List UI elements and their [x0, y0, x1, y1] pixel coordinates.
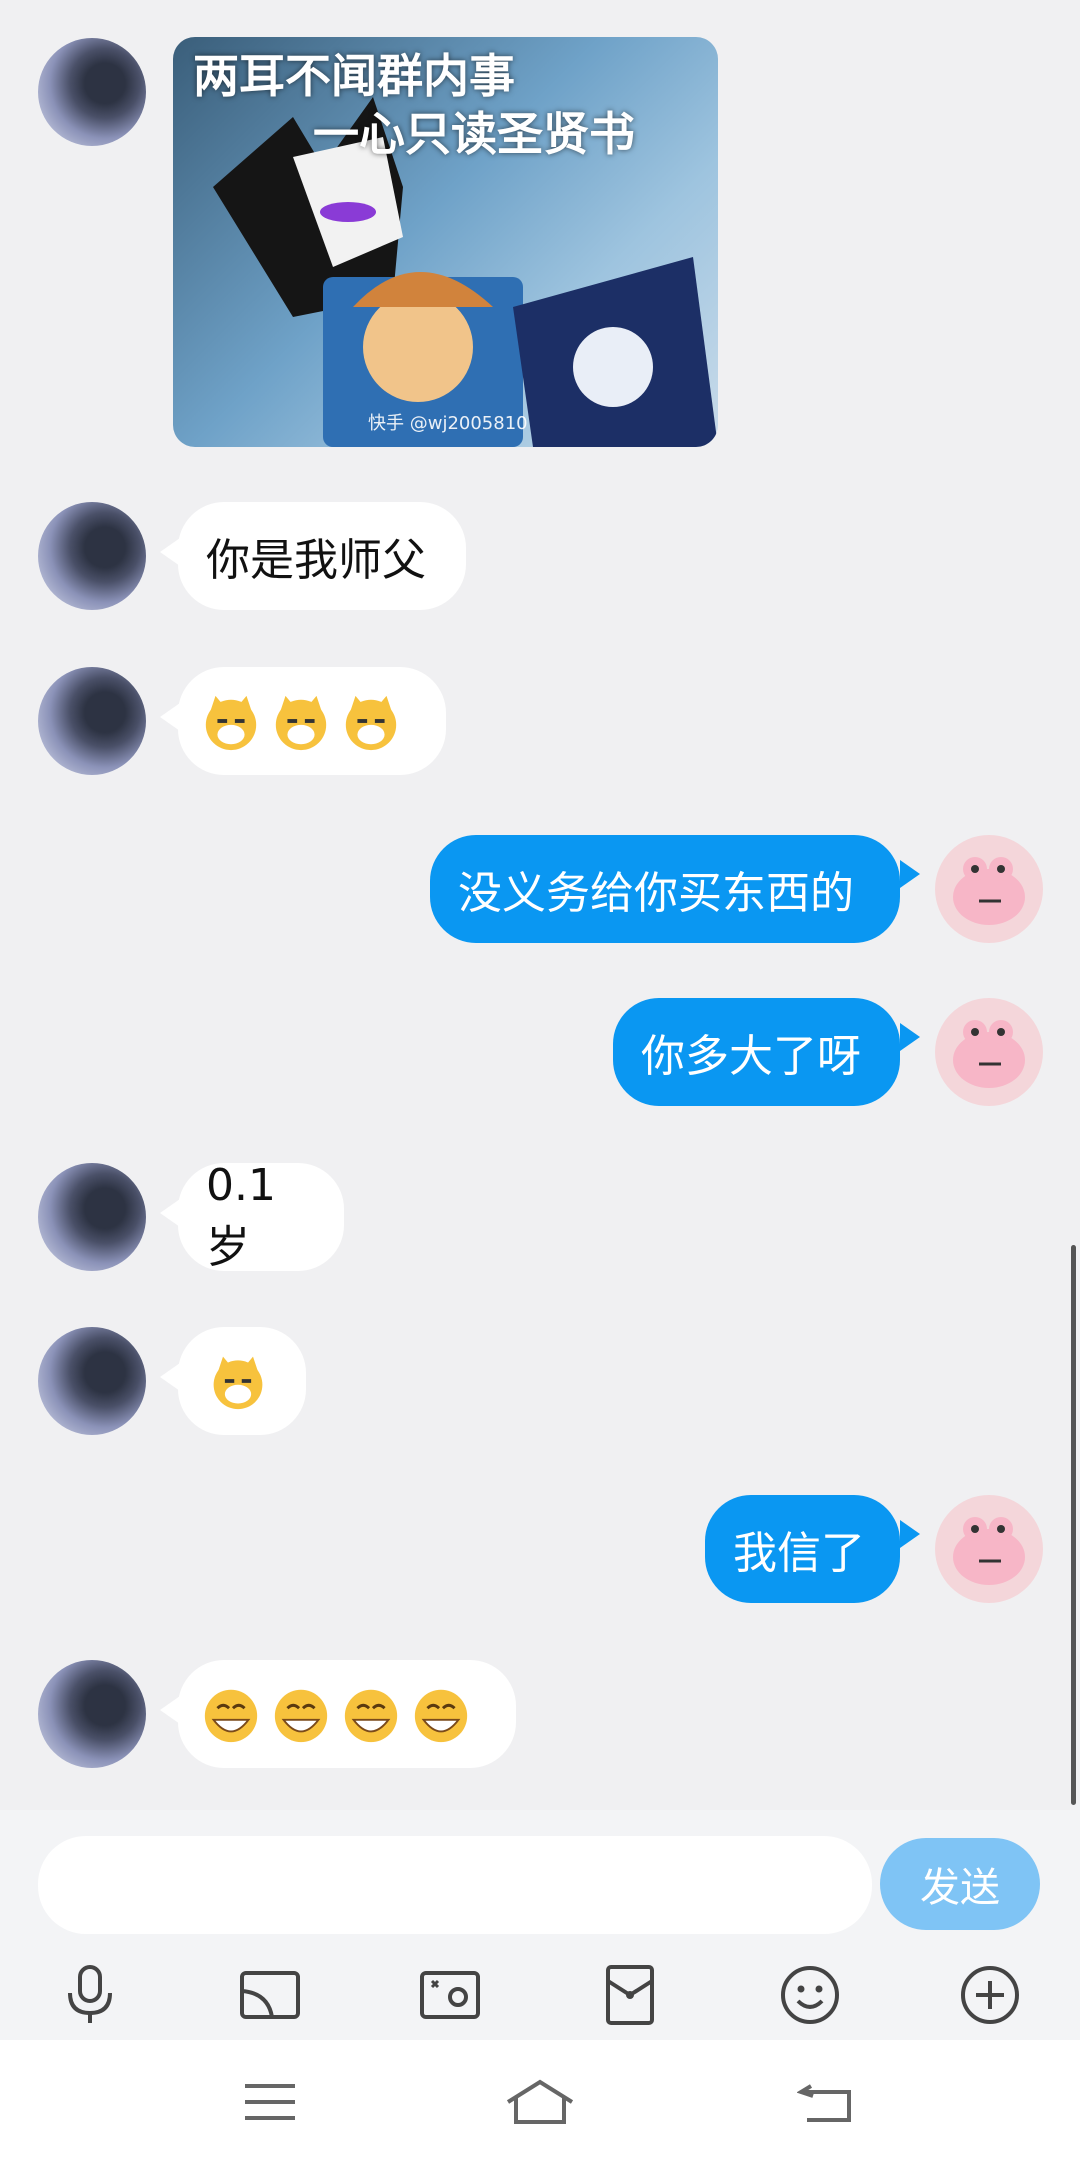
microphone-icon[interactable] — [50, 1955, 130, 2035]
contact-avatar[interactable] — [38, 38, 146, 146]
message-bubble-incoming[interactable] — [178, 1327, 306, 1435]
screen-icon[interactable] — [230, 1955, 310, 2035]
frog-avatar-icon — [953, 1517, 1025, 1585]
image-watermark: 快手 @wj2005810 — [368, 413, 528, 434]
message-text: 你多大了呀 — [641, 1031, 861, 1082]
message-composer: 发送 — [0, 1810, 1080, 2040]
message-text: 没义务给你买东西的 — [458, 868, 854, 919]
message-bubble-outgoing[interactable]: 我信了 — [705, 1495, 900, 1603]
message-bubble-incoming[interactable] — [178, 667, 446, 775]
system-navigation-bar — [0, 2040, 1080, 2164]
contact-avatar[interactable] — [38, 1163, 146, 1271]
contact-avatar[interactable] — [38, 502, 146, 610]
cat-smirk-emoji-icon — [205, 695, 257, 751]
cat-smirk-emoji-icon — [275, 695, 327, 751]
bubble-tail — [160, 1696, 180, 1724]
bubble-tail — [900, 860, 920, 888]
cat-smirk-emoji-icon — [213, 1356, 263, 1410]
self-avatar[interactable] — [935, 835, 1043, 943]
bubble-tail — [160, 1363, 180, 1391]
message-text: 你是我师父 — [206, 535, 426, 586]
grin-emoji-icon — [344, 1689, 398, 1743]
message-input[interactable] — [38, 1836, 872, 1934]
grin-emoji-icon — [204, 1689, 258, 1743]
bubble-tail — [900, 1520, 920, 1548]
menu-icon[interactable] — [230, 2070, 310, 2134]
chat-scrollbar[interactable] — [1071, 1245, 1076, 1805]
self-avatar[interactable] — [935, 1495, 1043, 1603]
bubble-tail — [160, 1199, 180, 1227]
chat-message-list[interactable]: 两耳不闻群内事 一心只读圣贤书 快手 @wj2005810 你是我师父 没义务给… — [0, 0, 1080, 1810]
cat-smirk-emoji-icon — [345, 695, 397, 751]
grin-emoji-icon — [274, 1689, 328, 1743]
photo-icon[interactable] — [410, 1955, 490, 2035]
contact-avatar[interactable] — [38, 667, 146, 775]
self-avatar[interactable] — [935, 998, 1043, 1106]
bubble-tail — [160, 538, 180, 566]
image-caption-line1: 两耳不闻群内事 — [193, 49, 515, 103]
red-packet-icon[interactable] — [590, 1955, 670, 2035]
message-text: 0.1岁 — [206, 1159, 276, 1273]
composer-toolbar — [0, 1955, 1080, 2035]
message-bubble-incoming[interactable]: 0.1岁 — [178, 1160, 344, 1273]
bubble-tail — [160, 703, 180, 731]
send-button[interactable]: 发送 — [880, 1838, 1040, 1930]
plus-icon[interactable] — [950, 1955, 1030, 2035]
message-bubble-incoming[interactable]: 你是我师父 — [178, 502, 466, 610]
contact-avatar[interactable] — [38, 1327, 146, 1435]
frog-avatar-icon — [953, 857, 1025, 925]
smiley-icon[interactable] — [770, 1955, 850, 2035]
bubble-tail — [900, 1023, 920, 1051]
image-message[interactable]: 两耳不闻群内事 一心只读圣贤书 快手 @wj2005810 — [173, 37, 718, 447]
back-icon[interactable] — [785, 2070, 865, 2134]
message-bubble-outgoing[interactable]: 你多大了呀 — [613, 998, 900, 1106]
contact-avatar[interactable] — [38, 1660, 146, 1768]
home-icon[interactable] — [500, 2070, 580, 2134]
message-bubble-outgoing[interactable]: 没义务给你买东西的 — [430, 835, 900, 943]
message-text: 我信了 — [733, 1528, 865, 1579]
frog-avatar-icon — [953, 1020, 1025, 1088]
message-bubble-incoming[interactable] — [178, 1660, 516, 1768]
grin-emoji-icon — [414, 1689, 468, 1743]
image-caption-line2: 一心只读圣贤书 — [313, 107, 635, 161]
